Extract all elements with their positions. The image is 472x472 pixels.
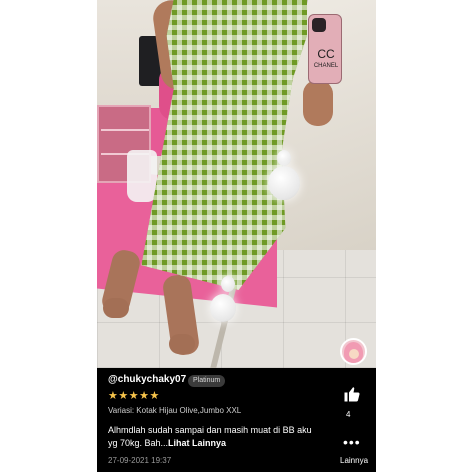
- hand: [303, 80, 333, 126]
- light-bulb: [268, 166, 300, 200]
- phone: CC CHANEL: [308, 14, 342, 84]
- plastic-bag: [127, 150, 157, 202]
- thumbs-up-icon[interactable]: [343, 385, 361, 403]
- review-media-viewer: CC CHANEL @chukychaky07 Platinum ★★★★★ V…: [97, 0, 376, 472]
- review-date: 27-09-2021 19:37: [108, 456, 172, 465]
- product-variant: Variasi: Kotak Hijau Olive,Jumbo XXL: [108, 406, 242, 415]
- reviewer-avatar[interactable]: [340, 338, 367, 365]
- shelf-row: [101, 129, 149, 131]
- light-bulb: [277, 150, 291, 166]
- rating-stars: ★★★★★: [108, 390, 160, 402]
- see-more-link[interactable]: Lihat Lainnya: [168, 438, 226, 448]
- phone-camera: [312, 18, 326, 32]
- light-bulb: [221, 276, 235, 292]
- review-panel: @chukychaky07 Platinum ★★★★★ Variasi: Ko…: [97, 368, 376, 472]
- like-count: 4: [346, 410, 351, 419]
- more-dots-icon[interactable]: •••: [343, 435, 361, 449]
- phone-case-logo: CC: [317, 47, 335, 61]
- foot: [169, 334, 195, 354]
- review-photo[interactable]: CC CHANEL: [97, 0, 376, 368]
- light-bulb: [210, 294, 236, 322]
- phone-case-text: CHANEL: [313, 63, 339, 69]
- review-text: Alhmdlah sudah sampai dan masih muat di …: [108, 424, 318, 450]
- avatar-face: [349, 349, 359, 359]
- reviewer-username[interactable]: @chukychaky07: [108, 374, 186, 385]
- foot: [103, 298, 129, 318]
- more-options-label[interactable]: Lainnya: [340, 456, 368, 465]
- membership-badge: Platinum: [188, 375, 226, 387]
